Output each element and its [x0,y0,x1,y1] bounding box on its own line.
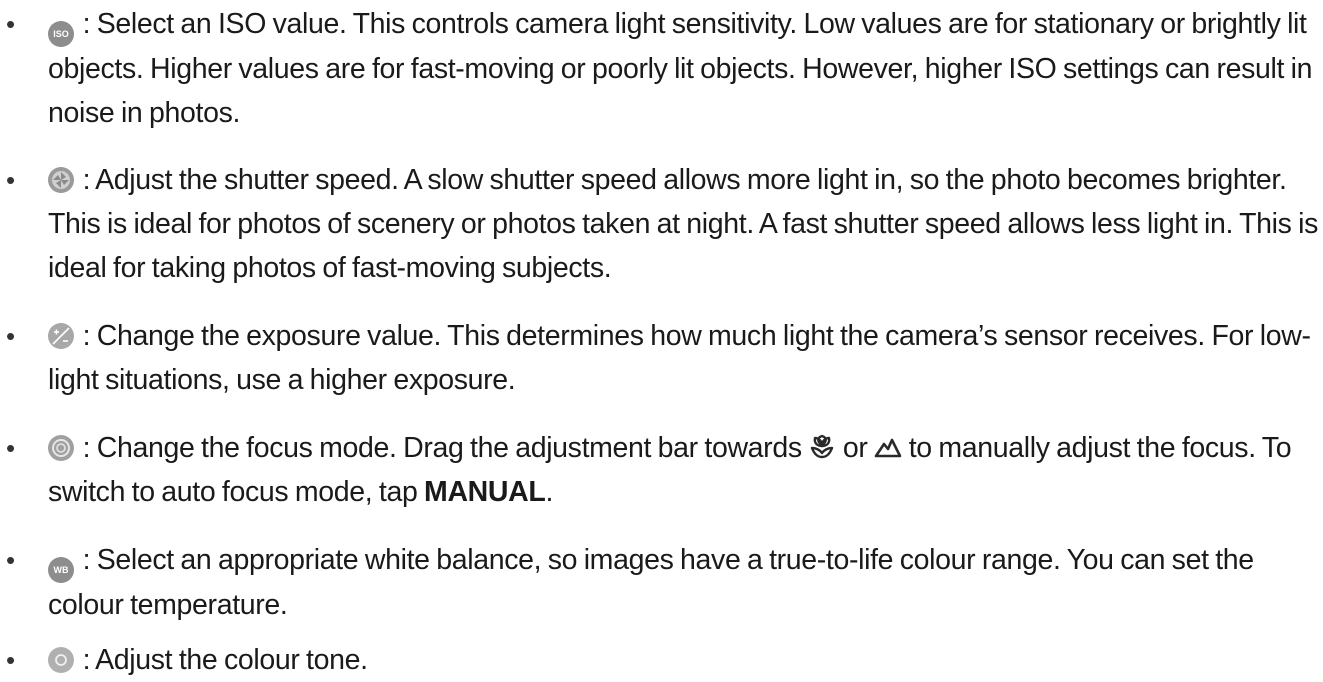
focus-mode-or: or [842,432,868,464]
focus-mode-description-part1: : Change the focus mode. Drag the adjust… [82,432,803,464]
white-balance-icon: WB [48,557,74,583]
macro-flower-icon [808,429,836,459]
bullet: • [6,165,16,195]
white-balance-description: : Select an appropriate white balance, s… [48,544,1254,621]
bullet: • [6,321,16,351]
list-item-text: WB : Select an appropriate white balance… [48,538,1320,627]
bullet: • [6,545,16,575]
list-item-text: : Adjust the shutter speed. A slow shutt… [48,158,1320,290]
focus-mode-icon [48,435,74,461]
focus-mode-period: . [545,476,554,508]
iso-icon: ISO [48,21,74,47]
shutter-speed-description: : Adjust the shutter speed. A slow shutt… [48,164,1318,284]
exposure-value-description: : Change the exposure value. This determ… [48,320,1311,396]
colour-tone-icon [48,647,74,673]
exposure-value-icon [48,323,74,349]
bullet: • [6,9,16,39]
bullet: • [6,433,16,463]
list-item-text: : Adjust the colour tone. [48,638,1320,682]
list-item-text: : Change the exposure value. This determ… [48,314,1320,402]
iso-description: : Select an ISO value. This controls cam… [48,8,1313,129]
mountain-icon [874,429,902,458]
list-item-text: : Change the focus mode. Drag the adjust… [48,426,1320,514]
manual-keyword: MANUAL [424,476,546,508]
bullet: • [6,645,16,675]
shutter-speed-icon [48,167,74,193]
list-item-text: ISO : Select an ISO value. This controls… [48,2,1320,135]
colour-tone-description: : Adjust the colour tone. [82,644,368,676]
